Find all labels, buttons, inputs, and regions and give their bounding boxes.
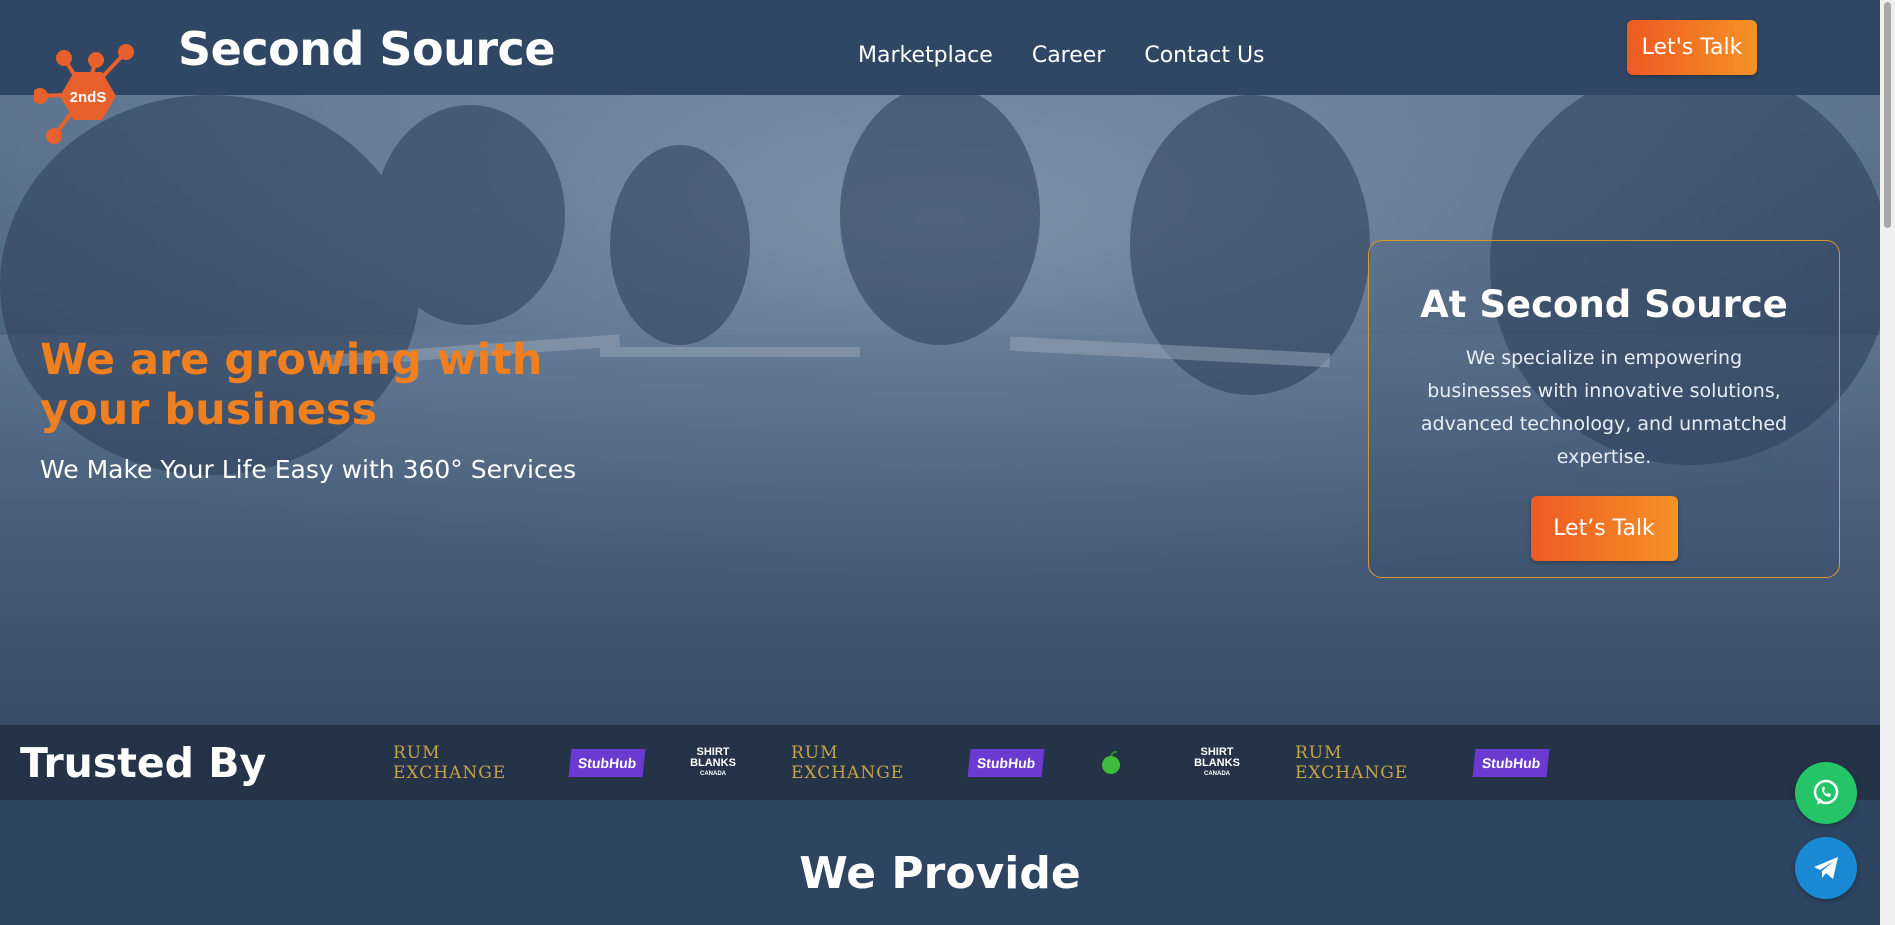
trusted-by-strip: Trusted By RUM EXCHANGE StubHub SHIRT BL… (0, 725, 1880, 800)
telegram-button[interactable] (1795, 837, 1857, 899)
page-scrollbar[interactable] (1880, 0, 1895, 925)
partner-logo-stubhub: StubHub (1472, 733, 1550, 793)
nav-career[interactable]: Career (1032, 43, 1106, 68)
partner-logo-green-apple (1083, 733, 1139, 793)
whatsapp-button[interactable] (1795, 762, 1857, 824)
brand-logo[interactable]: 2ndS (34, 40, 138, 148)
nav-contact-us[interactable]: Contact Us (1144, 43, 1264, 68)
green-apple-icon (1102, 750, 1120, 774)
about-card-title: At Second Source (1420, 283, 1788, 326)
header-lets-talk-button[interactable]: Let's Talk (1627, 20, 1757, 75)
partner-logo-shirt-blanks: SHIRT BLANKS CANADA (1194, 745, 1240, 777)
whatsapp-icon (1813, 779, 1839, 805)
partner-logo-shirt-blanks: SHIRT BLANKS CANADA (690, 745, 736, 777)
trusted-by-title: Trusted By (20, 739, 267, 787)
partner-logo-rum-exchange: RUM EXCHANGE (393, 743, 507, 783)
brand-name[interactable]: Second Source (178, 22, 556, 76)
we-provide-title: We Provide (799, 848, 1081, 899)
about-card: At Second Source We specialize in empowe… (1368, 240, 1840, 578)
hero-subtitle: We Make Your Life Easy with 360° Service… (40, 455, 577, 484)
partner-logo-rum-exchange: RUM EXCHANGE (1295, 743, 1409, 783)
telegram-icon (1814, 857, 1838, 879)
site-header: Second Source Marketplace Career Contact… (0, 0, 1880, 95)
main-nav: Marketplace Career Contact Us (858, 43, 1265, 68)
hero-title: We are growing with your business (40, 335, 543, 435)
nav-marketplace[interactable]: Marketplace (858, 43, 993, 68)
partner-logo-stubhub: StubHub (568, 733, 646, 793)
logo-text: 2ndS (70, 89, 107, 106)
partner-logo-rum-exchange: RUM EXCHANGE (791, 743, 905, 783)
about-card-text: We specialize in empowering businesses w… (1420, 347, 1788, 468)
hero-section: We are growing with your business We Mak… (0, 95, 1880, 725)
partner-logo-stubhub: StubHub (967, 733, 1045, 793)
card-lets-talk-button[interactable]: Let’s Talk (1530, 496, 1678, 561)
scrollbar-thumb[interactable] (1884, 2, 1891, 228)
